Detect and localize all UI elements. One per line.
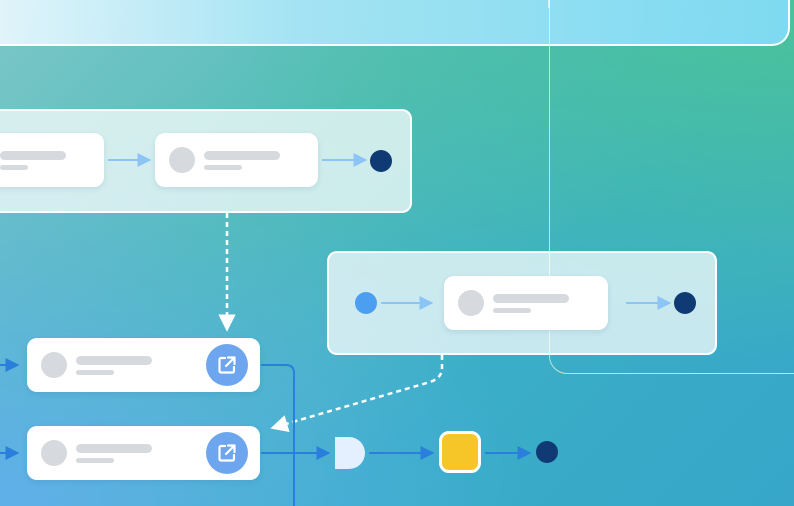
dashed-connector-b-to-flow2 xyxy=(270,355,444,432)
connector-layer xyxy=(0,0,672,506)
bus-from-flow1 xyxy=(261,364,295,506)
workflow-canvas xyxy=(0,0,794,506)
